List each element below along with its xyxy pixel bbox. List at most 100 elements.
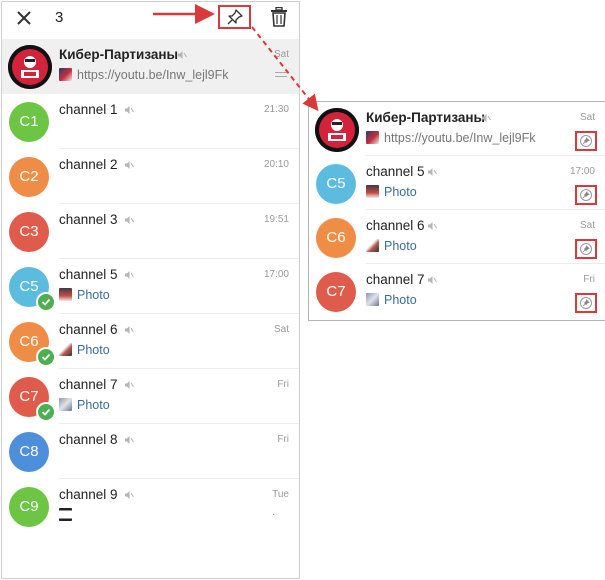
photo-thumbnail [59,398,72,411]
chat-preview: Photo [366,185,417,199]
kiber-partizany-logo [8,45,52,89]
chat-time: Tue [272,489,289,500]
chat-name: Кибер-Партизаны [59,47,179,62]
pin-icon [582,245,590,253]
chat-name: channel 8 [59,432,118,447]
chat-time: 19:51 [263,214,289,225]
avatar-channel-8: C8 [9,432,49,472]
chat-preview: https://youtu.be/Inw_lejl9Fk [366,131,535,145]
chat-row-channel-2[interactable]: C2 channel 2 20:10 [2,149,299,204]
chat-preview: Photo [366,239,417,253]
delete-button[interactable] [270,6,288,27]
media-thumbnail [59,508,72,521]
avatar-channel-7: C7 [316,272,356,312]
pin-badge [580,297,592,309]
pin-icon [582,299,590,307]
preview-text: Photo [384,185,417,199]
selected-check [36,347,56,367]
pin-badge [580,243,592,255]
link-thumbnail [366,131,379,144]
chat-row-channel-5[interactable]: C5 channel 5 17:00 Photo [2,259,299,314]
chat-name: channel 1 [59,102,118,117]
muted-icon [482,114,491,122]
chat-time: Sat [273,49,289,60]
muted-icon [428,222,437,230]
chat-time: 21:30 [263,104,289,115]
check-icon [41,298,51,306]
photo-thumbnail [59,288,72,301]
photo-thumbnail [366,293,379,306]
chat-row-channel-1[interactable]: C1 channel 1 21:30 [2,94,299,149]
chat-preview: Photo [366,293,417,307]
check-icon [41,408,51,416]
muted-icon [125,381,134,389]
pinned-indicator[interactable] [575,239,597,259]
preview-text: Photo [77,343,110,357]
chat-row-channel-8[interactable]: C8 channel 8 Fri [2,424,299,479]
pin-icon [582,191,590,199]
zoom-chat-row-channel-6[interactable]: C6 channel 6 Sat Photo [309,210,605,264]
muted-icon [428,168,437,176]
chat-time: Sat [579,220,595,231]
chat-time: Fri [277,434,289,445]
avatar-channel-6: C6 [316,218,356,258]
photo-thumbnail [366,185,379,198]
chat-time: 17:00 [263,269,289,280]
chat-name: channel 5 [59,267,118,282]
pinned-indicator[interactable] [575,185,597,205]
zoom-chat-row-channel-5[interactable]: C5 channel 5 17:00 Photo [309,156,605,210]
preview-text: https://youtu.be/Inw_lejl9Fk [384,131,536,145]
chat-row-channel-9[interactable]: C9 channel 9 Tue . [2,479,299,534]
preview-text: Photo [384,239,417,253]
chat-name: channel 7 [366,272,425,287]
preview-text: https://youtu.be/Inw_lejl9Fk [77,68,229,82]
chat-name: channel 7 [59,377,118,392]
muted-icon [125,271,134,279]
chat-time: 17:00 [569,166,595,177]
chat-time: Sat [579,112,595,123]
chat-row-channel-6[interactable]: C6 channel 6 Sat Photo [2,314,299,369]
chat-time: 20:10 [263,159,289,170]
muted-icon [125,491,134,499]
zoom-chat-row-kiber-partizany[interactable]: Кибер-Партизаны Sat https://youtu.be/Inw… [309,102,605,156]
pin-badge [580,135,592,147]
chat-preview [59,508,77,522]
pin-button[interactable] [218,5,251,29]
link-thumbnail [59,68,72,81]
avatar-kiber-partizany [315,108,359,152]
pinned-indicator[interactable] [575,293,597,313]
selected-count: 3 [55,9,64,26]
preview-text: Photo [77,398,110,412]
pin-icon [582,137,590,145]
chat-name: channel 2 [59,157,118,172]
zoom-chat-row-channel-7[interactable]: C7 channel 7 Fri Photo [309,264,605,318]
pin-badge [580,189,592,201]
selected-check [36,402,56,422]
avatar-channel-5: C5 [316,164,356,204]
avatar-channel-3: C3 [9,212,49,252]
chat-preview: Photo [59,343,110,357]
avatar-kiber-partizany [8,45,52,89]
chat-name: channel 6 [366,218,425,233]
pinned-indicator[interactable] [575,131,597,151]
chat-row-kiber-partizany[interactable]: Кибер-Партизаны Sat https://youtu.be/Inw… [2,39,299,94]
chat-preview: Photo [59,398,110,412]
chat-time: Fri [583,274,595,285]
sending-dot: . [272,507,275,518]
chat-name: channel 9 [59,487,118,502]
trash-icon [271,6,287,27]
close-icon [17,11,31,25]
pin-icon [227,9,243,25]
chat-preview: https://youtu.be/Inw_lejl9Fk [59,68,228,82]
chat-row-channel-3[interactable]: C3 channel 3 19:51 [2,204,299,259]
drag-handle[interactable] [275,72,287,78]
chat-name: channel 6 [59,322,118,337]
close-selection-button[interactable] [14,8,34,28]
chat-row-channel-7[interactable]: C7 channel 7 Fri Photo [2,369,299,424]
selection-toolbar: 3 [2,2,299,35]
photo-thumbnail [59,343,72,356]
kiber-partizany-logo [315,108,359,152]
muted-icon [125,216,134,224]
chat-list-screen: 3 Кибер-Партизаны Sat https://youtu.be/I… [1,1,300,579]
muted-icon [125,326,134,334]
